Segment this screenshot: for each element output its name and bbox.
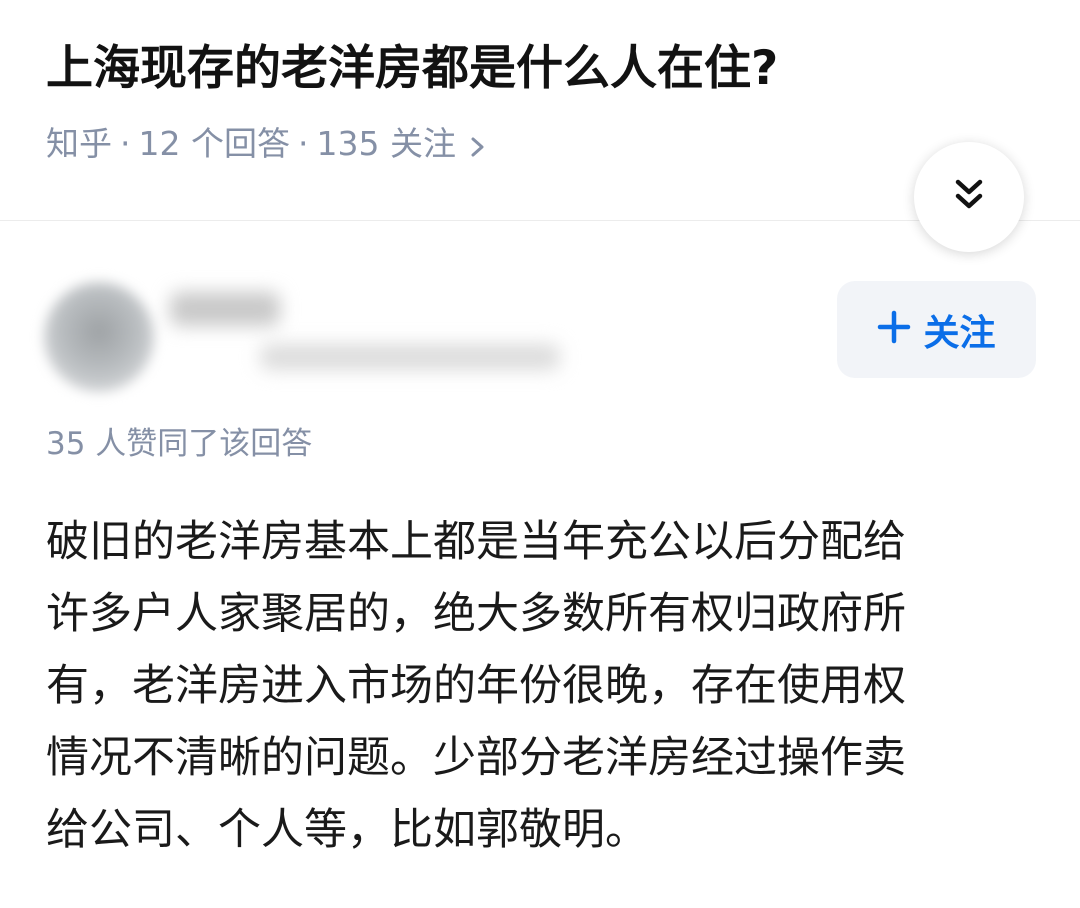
plus-icon bbox=[877, 308, 911, 352]
answer-line: 有，老洋房进入市场的年份很晚，存在使用权 bbox=[46, 661, 906, 711]
meta-separator: · bbox=[297, 124, 309, 163]
double-chevron-down-icon bbox=[952, 177, 986, 217]
meta-separator: · bbox=[120, 124, 131, 163]
author-info[interactable] bbox=[30, 262, 570, 412]
author-name[interactable] bbox=[170, 292, 280, 326]
question-meta[interactable]: 知乎 · 12 个回答 · 135 关注 bbox=[46, 122, 488, 166]
answer-content: 破旧的老洋房基本上都是当年充公以后分配给 许多户人家聚居的，绝大多数所有权归政府… bbox=[46, 506, 1016, 866]
answer-line: 给公司、个人等，比如郭敬明。 bbox=[46, 805, 648, 855]
author-bio bbox=[260, 344, 560, 370]
follow-label: 关注 bbox=[923, 312, 996, 354]
answer-count: 12 个回答 bbox=[138, 124, 290, 163]
vote-count: 35 人赞同了该回答 bbox=[46, 426, 313, 462]
avatar[interactable] bbox=[44, 282, 154, 392]
follow-button[interactable]: 关注 bbox=[837, 281, 1036, 378]
follower-count: 135 关注 bbox=[316, 124, 456, 163]
answer-line: 破旧的老洋房基本上都是当年充公以后分配给 bbox=[46, 517, 906, 567]
answer-line: 许多户人家聚居的，绝大多数所有权归政府所 bbox=[46, 589, 906, 639]
header-divider bbox=[0, 220, 1080, 221]
answer-line: 情况不清晰的问题。少部分老洋房经过操作卖 bbox=[46, 733, 906, 783]
expand-button[interactable] bbox=[914, 142, 1024, 252]
question-title: 上海现存的老洋房都是什么人在住? bbox=[46, 41, 779, 96]
chevron-right-icon bbox=[468, 129, 488, 159]
source-label: 知乎 bbox=[46, 124, 112, 163]
